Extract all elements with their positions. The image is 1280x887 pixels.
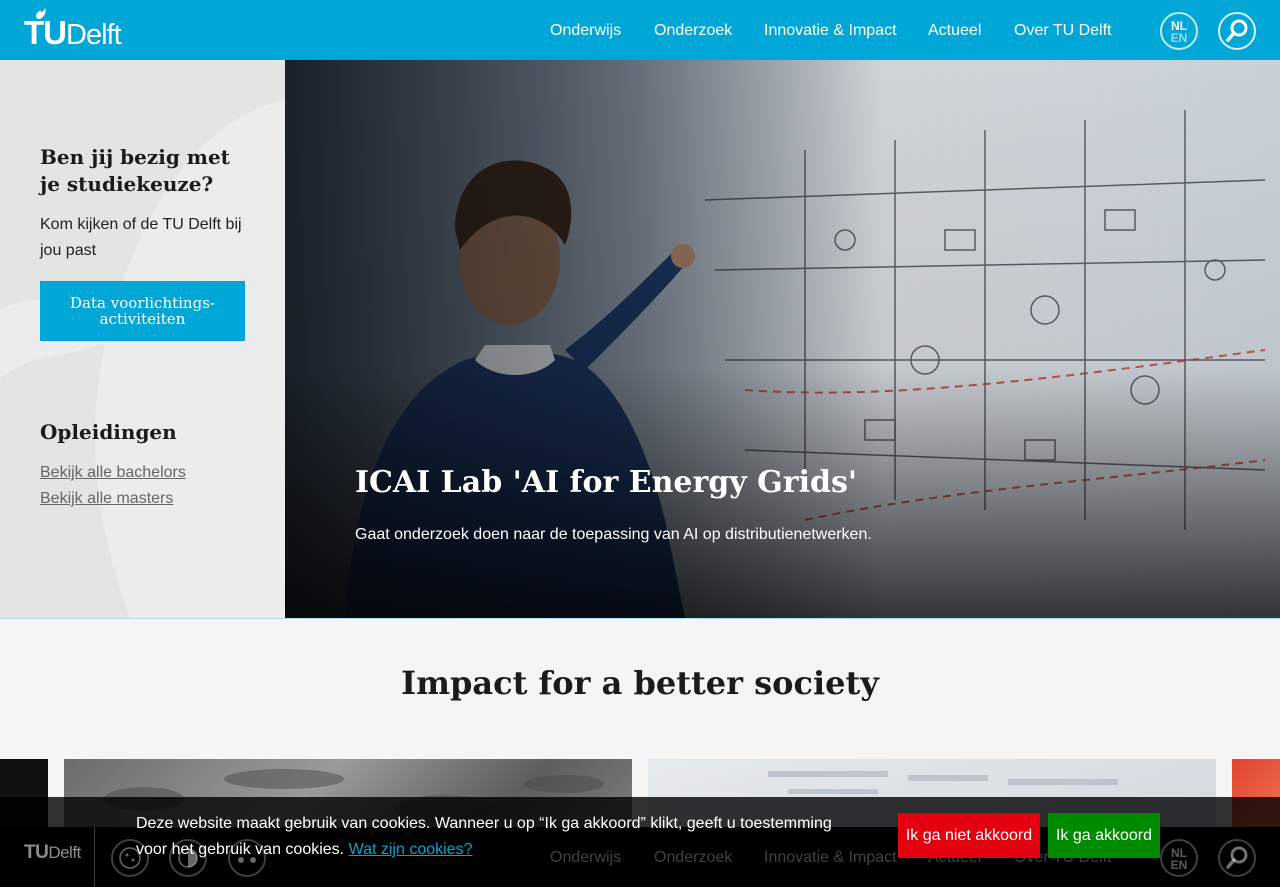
logo-tu: TU — [24, 14, 67, 51]
footer-language-switch[interactable]: NL EN — [1160, 839, 1198, 877]
nav-innovatie-impact[interactable]: Innovatie & Impact — [764, 22, 897, 40]
footer-divider — [94, 827, 95, 887]
decline-cookies-button[interactable]: Ik ga niet akkoord — [898, 813, 1040, 858]
logo-delft: Delft — [66, 19, 122, 51]
sidebar-text: Kom kijken of de TU Delft bij jou past — [40, 216, 242, 259]
open-days-button[interactable]: Data voorlichtings-activiteiten — [40, 281, 245, 341]
site-header: TUDelft Onderwijs Onderzoek Innovatie & … — [0, 0, 1280, 60]
nav-onderwijs[interactable]: Onderwijs — [550, 22, 621, 40]
cookie-info-link[interactable]: Wat zijn cookies? — [349, 841, 473, 858]
footer-lang-en: EN — [1170, 858, 1188, 872]
accept-cookies-button[interactable]: Ik ga akkoord — [1048, 813, 1160, 858]
impact-section-title: Impact for a better society — [401, 664, 879, 702]
nav-over-tu-delft[interactable]: Over TU Delft — [1014, 22, 1112, 40]
search-icon — [1226, 19, 1248, 42]
search-button[interactable] — [1218, 12, 1256, 50]
nav-actueel[interactable]: Actueel — [928, 22, 981, 40]
hero-subtitle: Gaat onderzoek doen naar de toepassing v… — [355, 526, 872, 543]
footer-logo[interactable]: TUDelft — [24, 842, 81, 864]
nav-onderzoek[interactable]: Onderzoek — [654, 22, 732, 40]
hero-banner[interactable]: ICAI Lab 'AI for Energy Grids' Gaat onde… — [285, 60, 1280, 618]
language-switch[interactable]: NL EN — [1160, 12, 1198, 50]
cookie-message: Deze website maakt gebruik van cookies. … — [136, 811, 856, 863]
section-divider — [0, 618, 1280, 619]
study-choice-sidebar: Ben jij bezig met je studiekeuze? Kom ki… — [0, 60, 285, 618]
footer-logo-tu: TU — [24, 842, 49, 863]
footer-logo-delft: Delft — [48, 843, 81, 862]
hero-title: ICAI Lab 'AI for Energy Grids' — [355, 465, 858, 500]
search-icon — [1226, 846, 1248, 869]
masters-link[interactable]: Bekijk alle masters — [40, 490, 173, 508]
sidebar-heading: Ben jij bezig met je studiekeuze? — [40, 145, 230, 196]
footer-search-button[interactable] — [1218, 839, 1256, 877]
lang-en: EN — [1170, 31, 1188, 45]
cookie-message-text: Deze website maakt gebruik van cookies. … — [136, 815, 832, 858]
bachelors-link[interactable]: Bekijk alle bachelors — [40, 464, 186, 482]
programs-heading: Opleidingen — [40, 420, 177, 444]
